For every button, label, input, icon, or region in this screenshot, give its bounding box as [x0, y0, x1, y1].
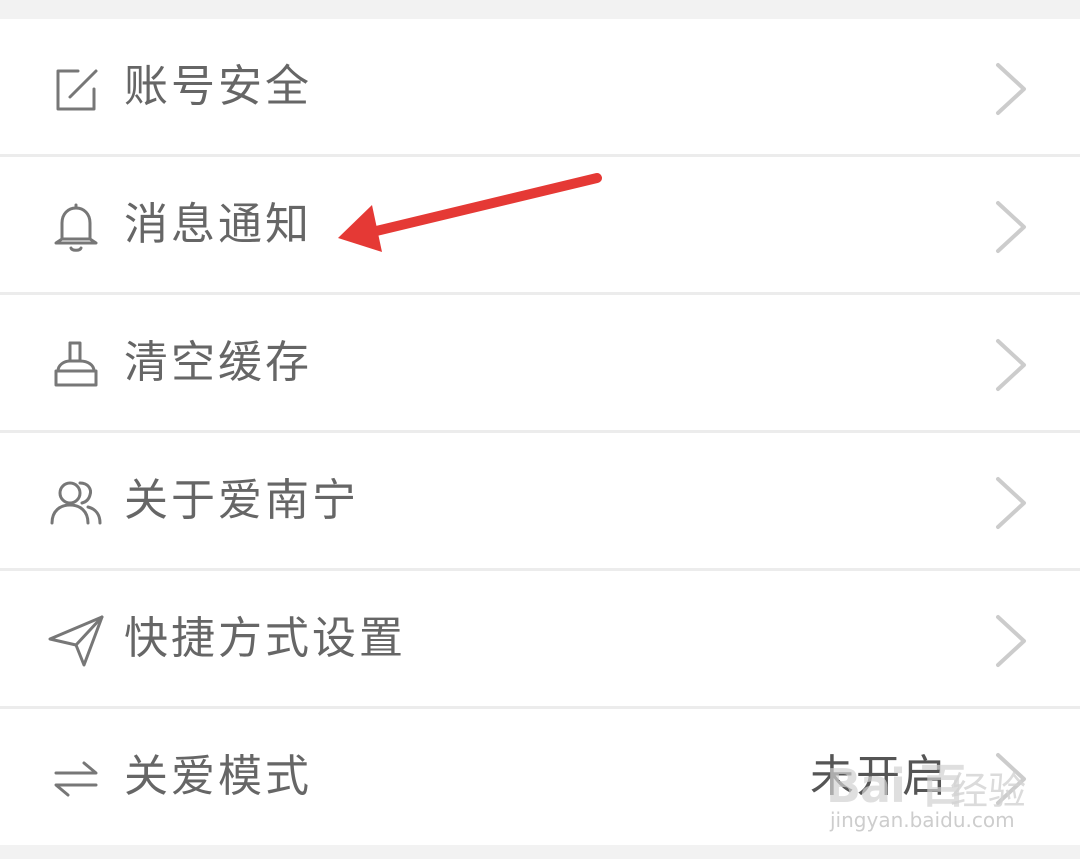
settings-item-label: 消息通知: [124, 199, 312, 250]
chevron-right-icon: [990, 197, 1030, 257]
edit-square-icon: [48, 61, 104, 117]
settings-item-clear-cache[interactable]: 清空缓存: [0, 295, 1080, 433]
settings-list: 账号安全 消息通知 清空缓存 关于爱南宁 快捷方式设置 关爱模式 未开启: [0, 19, 1080, 845]
swap-arrows-icon: [48, 751, 104, 807]
settings-item-label: 账号安全: [124, 61, 312, 112]
paper-plane-icon: [48, 613, 104, 669]
settings-item-label: 关爱模式: [124, 751, 312, 802]
watermark-logo: Bai 百: [826, 759, 966, 813]
watermark: Bai 百 经验 jingyan.baidu.com: [826, 738, 1032, 838]
bell-icon: [48, 199, 104, 255]
watermark-brand: 经验: [950, 769, 1027, 813]
settings-item-account-security[interactable]: 账号安全: [0, 19, 1080, 157]
broom-icon: [48, 337, 104, 393]
chevron-right-icon: [990, 59, 1030, 119]
settings-item-about[interactable]: 关于爱南宁: [0, 433, 1080, 571]
chevron-right-icon: [990, 473, 1030, 533]
settings-item-shortcuts[interactable]: 快捷方式设置: [0, 571, 1080, 709]
settings-item-label: 关于爱南宁: [124, 475, 359, 526]
chevron-right-icon: [990, 335, 1030, 395]
settings-item-label: 快捷方式设置: [124, 613, 406, 664]
chevron-right-icon: [990, 611, 1030, 671]
settings-item-notifications[interactable]: 消息通知: [0, 157, 1080, 295]
settings-item-label: 清空缓存: [124, 337, 312, 388]
watermark-url: jingyan.baidu.com: [830, 808, 1015, 832]
users-icon: [48, 475, 104, 531]
